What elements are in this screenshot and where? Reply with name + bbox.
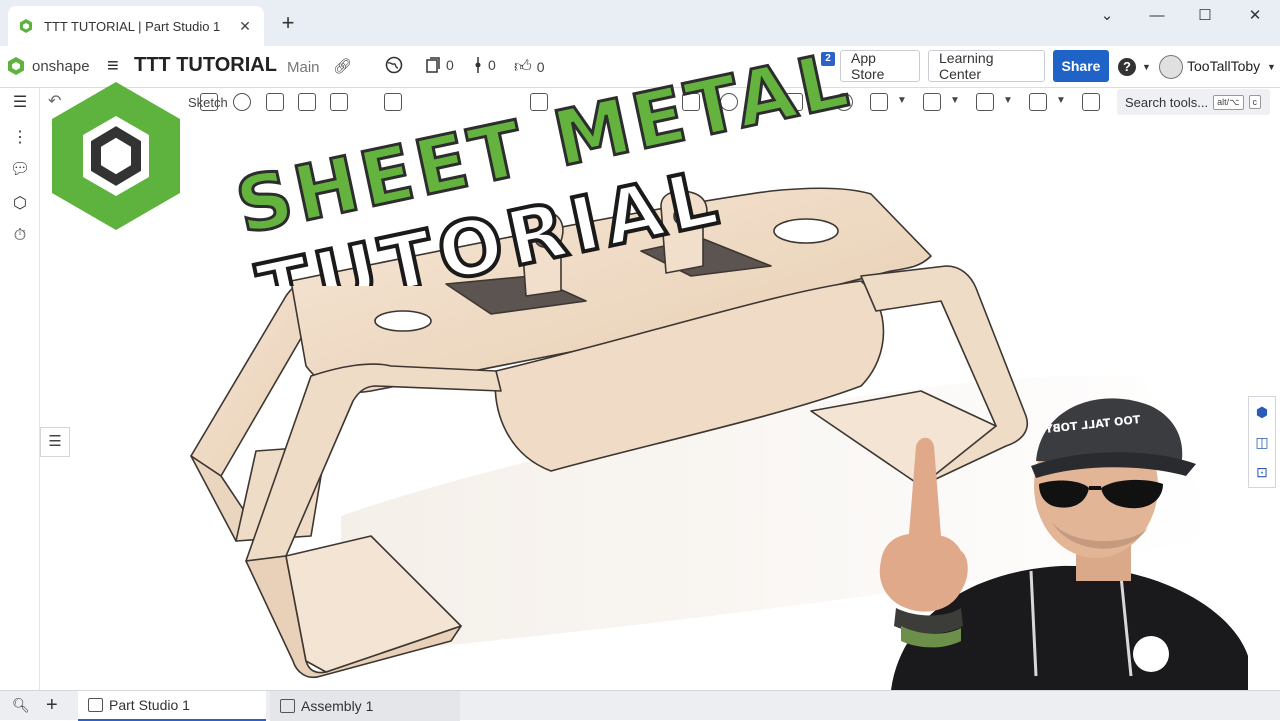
graphics-viewport[interactable]: SHEET METAL TUTORIAL TOO TALL TOBY <box>41 33 1248 690</box>
learning-center-button[interactable]: Learning Center <box>928 50 1045 82</box>
user-name[interactable]: TooTallToby <box>1187 58 1260 74</box>
feature-list-icon[interactable]: ☰ <box>10 93 30 113</box>
search-tabs-icon[interactable]: 🔍︎ <box>12 697 30 714</box>
tab-label: Part Studio 1 <box>109 697 190 713</box>
parts-icon[interactable]: ⬡ <box>10 194 30 214</box>
mate-connector-tool-icon[interactable] <box>976 93 994 111</box>
user-menu-caret-icon[interactable]: ▼ <box>1267 62 1276 72</box>
variables-icon[interactable]: ⋮ <box>10 128 30 148</box>
brand-name: onshape <box>32 57 90 75</box>
search-tools-placeholder: Search tools... <box>1125 94 1209 110</box>
add-tab-button[interactable]: + <box>46 695 58 715</box>
plane-tool-icon[interactable] <box>1029 93 1047 111</box>
pattern-tool-icon[interactable] <box>923 93 941 111</box>
onshape-big-logo-icon <box>52 82 180 230</box>
chevron-down-icon[interactable]: ⌄ <box>1092 6 1122 26</box>
assembly-icon <box>280 699 295 713</box>
mate-connector-caret-icon[interactable]: ▼ <box>1003 95 1013 106</box>
search-tools-input[interactable]: Search tools... alt/⌥ c <box>1117 89 1270 115</box>
transform-caret-icon[interactable]: ▼ <box>897 95 907 106</box>
tab-part-studio-1[interactable]: Part Studio 1 <box>78 691 266 721</box>
onshape-logo[interactable]: onshape <box>6 56 90 76</box>
view-cube-icon[interactable]: ⬢ <box>1249 397 1275 427</box>
named-views-icon[interactable]: ⊡ <box>1249 457 1275 487</box>
left-rail: ☰ ⋮ 💬︎ ⬡ ⏱︎ <box>0 88 40 690</box>
minimize-icon[interactable]: — <box>1142 6 1172 26</box>
tab-assembly-1[interactable]: Assembly 1 <box>270 691 460 721</box>
comments-icon[interactable]: 💬︎ <box>10 160 30 180</box>
close-window-icon[interactable]: ✕ <box>1240 6 1270 26</box>
add-custom-feature-icon[interactable] <box>1082 93 1100 111</box>
pattern-caret-icon[interactable]: ▼ <box>950 95 960 106</box>
bottom-tab-bar: 🔍︎ + Part Studio 1 Assembly 1 <box>0 690 1280 721</box>
onshape-favicon-icon <box>20 19 32 33</box>
help-icon[interactable]: ? <box>1118 58 1136 76</box>
browser-tab-title: TTT TUTORIAL | Part Studio 1 <box>44 18 221 34</box>
part-studio-icon <box>88 698 103 712</box>
avatar[interactable] <box>1159 55 1183 79</box>
plane-caret-icon[interactable]: ▼ <box>1056 95 1066 106</box>
shortcut-key-alt: alt/⌥ <box>1213 94 1244 110</box>
shortcut-key-c: c <box>1248 95 1261 109</box>
onshape-logo-icon <box>8 57 24 75</box>
hamburger-menu-icon[interactable]: ≡ <box>107 56 119 76</box>
tutorial-title: SHEET METAL TUTORIAL <box>227 33 860 286</box>
maximize-icon[interactable]: ☐ <box>1190 6 1220 26</box>
stopwatch-icon[interactable]: ⏱︎ <box>10 226 30 246</box>
right-rail: ⬢ ◫ ⊡ <box>1248 396 1276 488</box>
presenter-image: TOO TALL TOBY <box>879 398 1248 690</box>
display-mode-icon[interactable]: ◫ <box>1249 427 1275 457</box>
share-button[interactable]: Share <box>1053 50 1109 82</box>
tab-label: Assembly 1 <box>301 698 374 714</box>
help-caret-icon[interactable]: ▼ <box>1142 62 1151 72</box>
